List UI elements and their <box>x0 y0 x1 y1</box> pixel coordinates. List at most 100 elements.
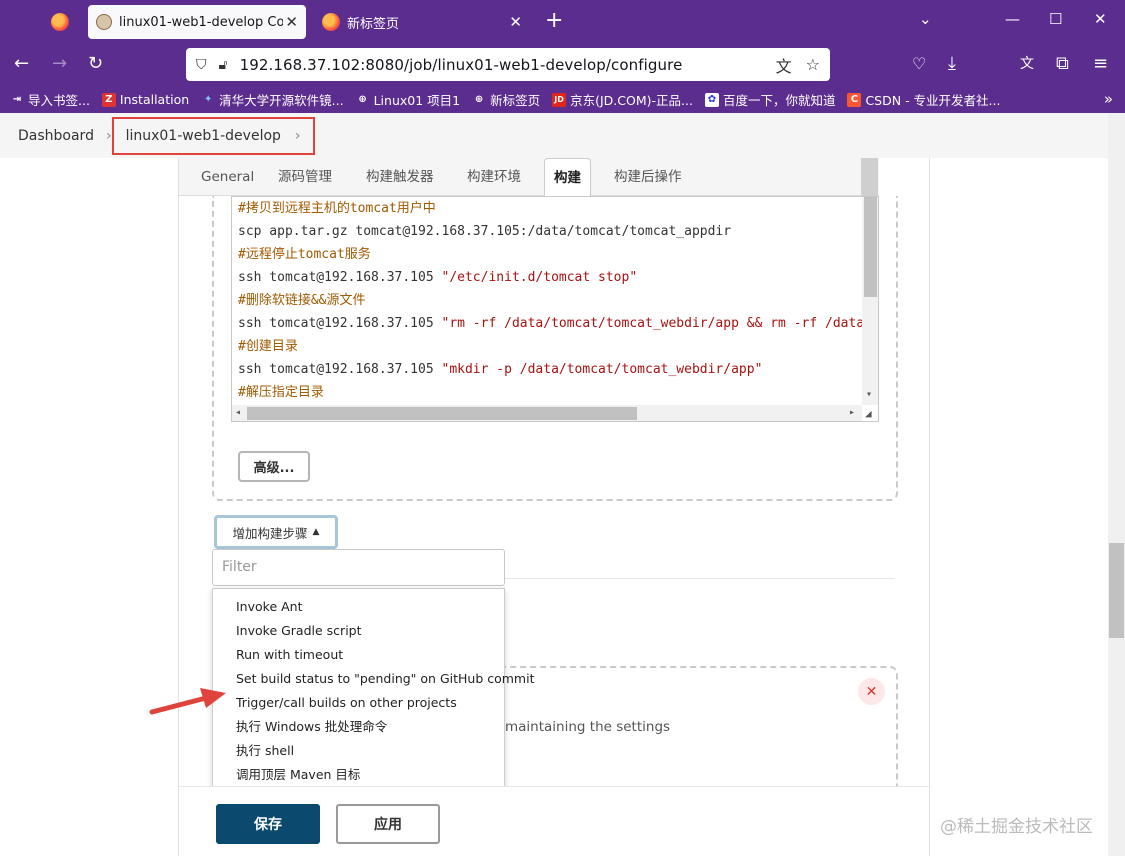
code-line: ssh tomcat@192.168.37.105 "rm -rf /data/… <box>238 312 864 335</box>
code-command: ssh tomcat@192.168.37.105 <box>238 316 442 331</box>
tab-general[interactable]: General <box>201 158 254 196</box>
jenkins-page: Dashboard › linux01-web1-develop › Gener… <box>0 113 1125 856</box>
forward-icon[interactable]: → <box>52 53 67 75</box>
menu-item-execute-shell[interactable]: 执行 shell <box>213 739 504 763</box>
browser-tab-bar: linux01-web1-develop Config ✕ 新标签页 ✕ + ⌄… <box>0 0 1125 44</box>
page-scrollbar[interactable] <box>1108 113 1125 856</box>
scroll-left-icon[interactable]: ◂ <box>235 407 241 418</box>
tab-post-build[interactable]: 构建后操作 <box>614 158 682 196</box>
new-tab-button[interactable]: + <box>545 9 563 33</box>
menu-icon[interactable]: ≡ <box>1093 53 1108 75</box>
code-string: "rm -rf /data/tomcat/tomcat_webdir/app &… <box>441 316 865 331</box>
menu-item-run-with-timeout[interactable]: Run with timeout <box>213 643 504 667</box>
add-build-step-label: 增加构建步骤 <box>232 525 308 541</box>
save-button[interactable]: 保存 <box>216 804 320 844</box>
code-string: "mkdir -p /data/tomcat/tomcat_webdir/app… <box>441 362 763 377</box>
tab-new-tab[interactable]: 新标签页 ✕ <box>312 5 532 39</box>
bookmark-label: Installation <box>119 92 190 107</box>
menu-item-windows-batch[interactable]: 执行 Windows 批处理命令 <box>213 715 504 739</box>
tab-jenkins-config[interactable]: linux01-web1-develop Config ✕ <box>88 5 306 39</box>
chevron-right-icon[interactable]: › <box>295 128 301 144</box>
reload-icon[interactable]: ↻ <box>88 53 103 75</box>
editor-vertical-scrollbar[interactable]: ▾ <box>862 197 878 405</box>
page-scroll-thumb[interactable] <box>1109 543 1124 638</box>
bookmark-tsinghua[interactable]: ✦ 清华大学开源软件镜... <box>201 90 344 109</box>
close-window-icon[interactable]: ✕ <box>1094 10 1107 28</box>
apply-button[interactable]: 应用 <box>336 804 440 844</box>
tab-build-env[interactable]: 构建环境 <box>467 158 521 196</box>
delete-step-icon[interactable]: ✕ <box>858 678 885 705</box>
menu-item-invoke-gradle[interactable]: Invoke Gradle script <box>213 619 504 643</box>
caret-up-icon: ▲ <box>312 527 320 537</box>
tab-list-icon[interactable]: ⌄ <box>919 10 932 28</box>
firefox-tab[interactable] <box>40 6 80 38</box>
tabs-scrollbar[interactable] <box>861 158 878 196</box>
bookmark-import[interactable]: ⇥ 导入书签... <box>10 90 90 109</box>
firefox-icon <box>322 13 340 31</box>
tab-title: linux01-web1-develop Config <box>119 14 284 30</box>
tab-build[interactable]: 构建 <box>544 158 591 197</box>
advanced-button[interactable]: 高级... <box>238 451 310 482</box>
menu-item-github-pending[interactable]: Set build status to "pending" on GitHub … <box>213 667 534 691</box>
maximize-icon[interactable]: ☐ <box>1049 10 1062 28</box>
menu-item-maven-targets[interactable]: 调用顶层 Maven 目标 <box>213 763 504 787</box>
resize-handle-icon[interactable]: ◢ <box>865 407 872 420</box>
shell-command-editor[interactable]: #拷贝到远程主机的tomcat用户中 scp app.tar.gz tomcat… <box>231 196 879 422</box>
pocket-icon[interactable]: ♡ <box>912 53 926 75</box>
editor-vertical-thumb[interactable] <box>864 197 877 297</box>
navigation-bar: ← → ↻ ⛉ 🔓︎ 192.168.37.102:8080/job/linux… <box>0 44 1125 86</box>
bookmark-label: 京东(JD.COM)-正品... <box>570 93 693 108</box>
url-text[interactable]: 192.168.37.102:8080/job/linux01-web1-dev… <box>240 56 762 74</box>
menu-item-trigger-builds[interactable]: Trigger/call builds on other projects <box>213 691 504 715</box>
filter-input[interactable]: Filter <box>212 549 505 586</box>
csdn-logo-icon: C <box>847 92 862 107</box>
watermark: @稀土掘金技术社区 <box>940 817 1093 837</box>
code-string: "/etc/init.d/tomcat stop" <box>441 270 638 285</box>
breadcrumb-job[interactable]: linux01-web1-develop <box>126 128 281 144</box>
add-build-step-button[interactable]: 增加构建步骤 ▲ <box>214 515 338 549</box>
bookmark-newtab[interactable]: ⊕ 新标签页 <box>472 90 540 109</box>
bookmark-label: 导入书签... <box>28 93 90 108</box>
code-line: ssh tomcat@192.168.37.105 "mkdir -p /dat… <box>238 358 762 381</box>
scroll-down-icon[interactable]: ▾ <box>866 389 872 400</box>
left-gutter <box>0 158 178 856</box>
globe-icon: ⊕ <box>474 94 484 105</box>
code-line: #删除软链接&&源文件 <box>238 293 366 308</box>
url-bar[interactable]: ⛉ 🔓︎ 192.168.37.102:8080/job/linux01-web… <box>186 48 830 81</box>
bookmark-jd[interactable]: JD 京东(JD.COM)-正品... <box>552 90 693 109</box>
extensions-icon[interactable]: ⧉ <box>1056 53 1069 75</box>
bookmark-label: 百度一下，你就知道 <box>722 93 836 108</box>
code-command: ssh tomcat@192.168.37.105 <box>238 270 442 285</box>
tab-title: 新标签页 <box>347 16 400 32</box>
z-logo-icon: Z <box>101 92 116 107</box>
jenkins-favicon-icon <box>96 14 112 30</box>
breadcrumb-dashboard[interactable]: Dashboard <box>18 128 94 144</box>
code-line: #远程停止tomcat服务 <box>238 247 371 262</box>
scroll-right-icon[interactable]: ▸ <box>849 407 855 418</box>
code-line: #创建目录 <box>238 339 298 354</box>
translate-icon[interactable]: 文 <box>776 53 792 77</box>
back-icon[interactable]: ← <box>14 53 29 75</box>
bookmark-linux01[interactable]: ⊕ Linux01 项目1 <box>356 90 460 109</box>
bookmark-star-icon[interactable]: ☆ <box>806 55 820 74</box>
shield-icon[interactable]: ⛉ <box>196 57 207 73</box>
code-line: ssh tomcat@192.168.37.105 "/etc/init.d/t… <box>238 266 637 289</box>
bookmark-csdn[interactable]: C CSDN - 专业开发者社... <box>847 90 1000 109</box>
bookmark-installation[interactable]: Z Installation <box>101 92 190 107</box>
tab-scm[interactable]: 源码管理 <box>278 158 332 196</box>
tab-triggers[interactable]: 构建触发器 <box>366 158 434 196</box>
editor-horizontal-scrollbar[interactable]: ◂ ▸ <box>232 405 862 421</box>
close-tab-icon[interactable]: ✕ <box>509 13 522 31</box>
more-bookmarks-icon[interactable]: » <box>1104 90 1113 108</box>
close-tab-icon[interactable]: ✕ <box>285 13 298 31</box>
menu-item-invoke-ant[interactable]: Invoke Ant <box>213 595 504 619</box>
lock-icon[interactable]: 🔓︎ <box>219 57 228 73</box>
editor-horizontal-thumb[interactable] <box>247 407 637 420</box>
download-icon[interactable]: ⤓ <box>948 53 956 75</box>
bookmark-baidu[interactable]: ✿ 百度一下，你就知道 <box>704 90 836 109</box>
firefox-icon <box>51 13 69 31</box>
jd-logo-icon: JD <box>552 92 567 107</box>
code-line: scp app.tar.gz tomcat@192.168.37.105:/da… <box>238 224 732 239</box>
translate-extension-icon[interactable]: 文 <box>1020 53 1034 75</box>
minimize-icon[interactable]: — <box>1005 10 1020 28</box>
